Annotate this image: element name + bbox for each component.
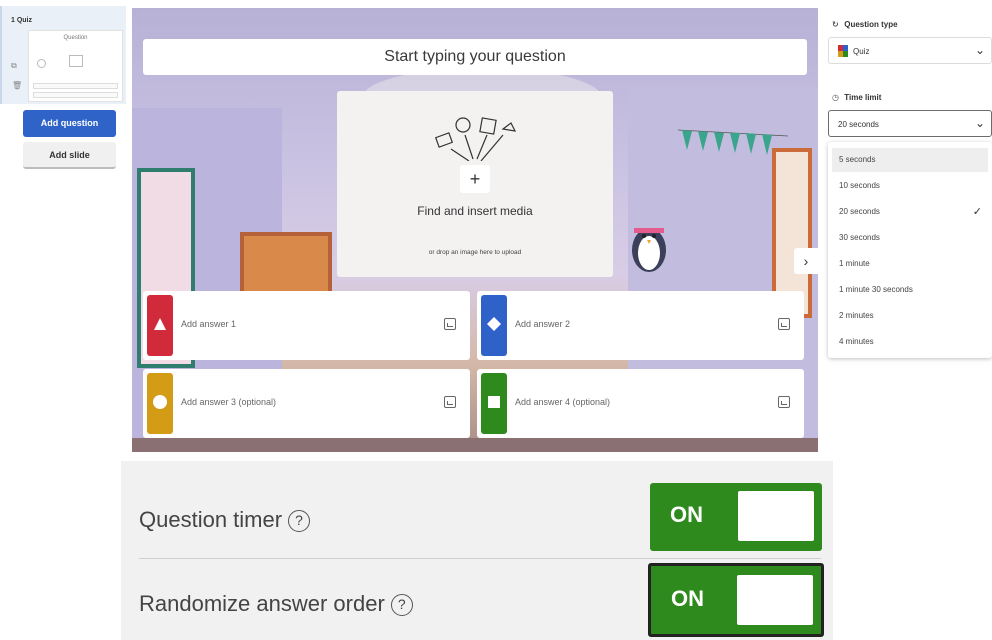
media-subtitle: or drop an image here to upload <box>428 249 522 256</box>
answer-text: Add answer 2 <box>515 319 571 329</box>
help-icon[interactable]: ? <box>288 510 311 532</box>
media-dropzone[interactable]: + Find and insert media or drop an image… <box>337 91 613 277</box>
time-limit-value: 20 seconds <box>838 120 879 129</box>
toggle-state: ON <box>670 502 703 527</box>
media-title: Find and insert media <box>417 204 533 218</box>
slide-title: 1 Quiz <box>11 17 33 24</box>
question-type-heading: ↻ Question type <box>832 20 898 29</box>
background-board <box>240 232 332 296</box>
toggle-knob <box>737 575 813 625</box>
slide-item-1[interactable]: 1 Quiz ⧉ 🗑 Question <box>0 6 126 104</box>
slide-thumbnail[interactable]: Question <box>28 30 123 102</box>
question-timer-label: Question timer? <box>139 507 311 533</box>
help-icon[interactable]: ? <box>390 594 413 616</box>
quiz-type-icon <box>838 45 848 57</box>
answer-color-tab <box>147 295 173 356</box>
image-icon[interactable] <box>444 318 456 330</box>
answer-1[interactable]: Add answer 1 <box>143 291 470 360</box>
time-option[interactable]: 4 minutes <box>832 330 988 354</box>
time-option[interactable]: 5 seconds <box>832 148 988 172</box>
duplicate-icon[interactable]: ⧉ <box>11 61 21 71</box>
thumb-answer-row <box>33 92 118 98</box>
question-timer-toggle[interactable]: ON <box>650 483 822 551</box>
square-icon <box>488 396 500 408</box>
question-type-select[interactable]: Quiz ⌄ <box>828 37 992 64</box>
question-type-icon: ↻ <box>832 20 839 29</box>
image-icon[interactable] <box>778 396 790 408</box>
settings-panel: ↻ Question type Quiz ⌄ ◷ Time limit 20 s… <box>822 0 992 460</box>
answer-color-tab <box>481 295 507 356</box>
chevron-down-icon: ⌄ <box>974 43 985 57</box>
question-input[interactable]: Start typing your question <box>143 39 807 75</box>
time-limit-dropdown: 5 seconds 10 seconds 20 seconds ✓ 30 seco… <box>828 142 992 358</box>
thumb-label: Question <box>63 35 88 41</box>
question-type-value: Quiz <box>853 47 870 56</box>
chevron-right-icon[interactable]: › <box>794 248 818 274</box>
time-limit-label: Time limit <box>844 93 882 102</box>
time-option[interactable]: 10 seconds <box>832 174 988 198</box>
triangle-icon <box>154 318 166 330</box>
toggle-state: ON <box>671 586 704 611</box>
answer-text: Add answer 3 (optional) <box>181 397 277 407</box>
time-limit-select[interactable]: 20 seconds ⌄ <box>828 110 992 137</box>
diamond-icon <box>487 317 501 331</box>
answer-4[interactable]: Add answer 4 (optional) <box>477 369 804 438</box>
checkmark-icon: ✓ <box>972 206 982 218</box>
answer-text: Add answer 4 (optional) <box>515 397 611 407</box>
add-media-button[interactable]: + <box>460 165 490 193</box>
thumb-media-icon <box>69 55 83 67</box>
time-option[interactable]: 20 seconds ✓ <box>832 200 988 224</box>
randomize-toggle[interactable]: ON <box>648 563 824 637</box>
thumb-timer-icon <box>37 59 46 68</box>
clock-icon: ◷ <box>832 93 839 102</box>
image-icon[interactable] <box>778 318 790 330</box>
answer-color-tab <box>147 373 173 434</box>
time-option[interactable]: 1 minute 30 seconds <box>832 278 988 302</box>
toggle-knob <box>738 491 814 541</box>
add-slide-button[interactable]: Add slide <box>23 142 116 169</box>
question-canvas: Start typing your question + Find and in… <box>132 8 818 452</box>
delete-icon[interactable]: 🗑 <box>12 81 22 91</box>
answer-text: Add answer 1 <box>181 319 237 329</box>
slides-sidebar: 1 Quiz ⧉ 🗑 Question Add question Add sli… <box>0 0 128 460</box>
question-type-label: Question type <box>844 20 898 29</box>
time-option[interactable]: 1 minute <box>832 252 988 276</box>
background-floor <box>132 438 818 452</box>
time-option[interactable]: 30 seconds <box>832 226 988 250</box>
image-icon[interactable] <box>444 396 456 408</box>
time-limit-heading: ◷ Time limit <box>832 93 881 102</box>
time-option[interactable]: 2 minutes <box>832 304 988 328</box>
randomize-label: Randomize answer order? <box>139 591 413 617</box>
circle-icon <box>153 395 167 409</box>
bunting-decoration <box>678 129 788 155</box>
game-settings: Question timer? ON Randomize answer orde… <box>121 461 833 640</box>
penguin-decoration <box>632 228 666 272</box>
answer-color-tab <box>481 373 507 434</box>
answer-3[interactable]: Add answer 3 (optional) <box>143 369 470 438</box>
chevron-down-icon: ⌄ <box>974 116 985 130</box>
add-question-button[interactable]: Add question <box>23 110 116 137</box>
thumb-answer-row <box>33 83 118 89</box>
media-illustration-icon <box>434 117 517 161</box>
answer-2[interactable]: Add answer 2 <box>477 291 804 360</box>
